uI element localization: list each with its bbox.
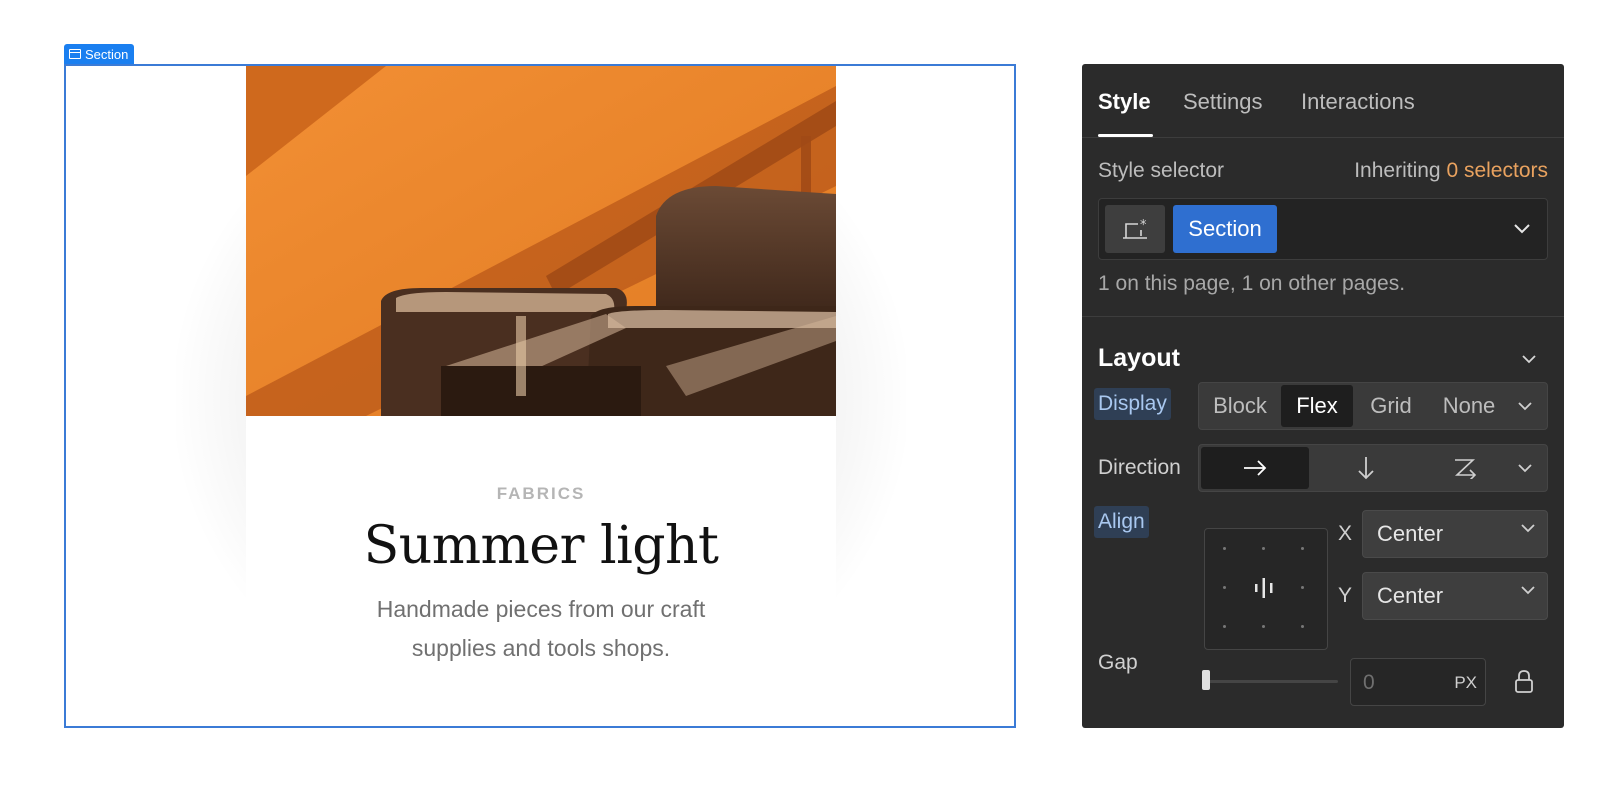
chair-photo-illustration [246,66,836,416]
chevron-down-icon [1521,586,1535,595]
display-option-block[interactable]: Block [1199,383,1281,429]
direction-segmented-control [1198,444,1548,492]
direction-vertical-button[interactable] [1311,445,1421,491]
align-dot [1301,547,1304,550]
style-selector-field[interactable]: * Section [1098,198,1548,260]
tab-interactions[interactable]: Interactions [1301,89,1415,115]
align-x-dropdown[interactable]: Center [1362,510,1548,558]
active-tab-indicator [1098,134,1153,137]
chevron-down-icon[interactable] [1509,216,1535,242]
selector-type-button[interactable]: * [1105,205,1165,253]
display-more-chevron-icon[interactable] [1507,383,1543,429]
align-y-label: Y [1338,584,1353,607]
direction-more-chevron-icon[interactable] [1507,445,1543,491]
align-y-dropdown[interactable]: Center [1362,572,1548,620]
section-icon [69,49,81,59]
card-description: Handmade pieces from our craft supplies … [376,596,706,661]
arrow-down-icon [1358,457,1374,480]
align-x-label: X [1338,522,1353,545]
panel-tabs: Style Settings Interactions [1082,64,1564,138]
arrow-right-icon [1244,460,1267,476]
align-y-value: Center [1377,583,1444,608]
direction-wrap-button[interactable] [1421,445,1511,491]
display-option-none[interactable]: None [1429,383,1509,429]
display-label[interactable]: Display [1094,388,1171,420]
align-x-value: Center [1377,521,1444,546]
gap-value: 0 [1363,671,1375,694]
display-option-flex[interactable]: Flex [1281,385,1353,427]
align-center-icon [1255,578,1273,598]
section-tag-label: Section [85,46,129,62]
align-dot [1223,625,1226,628]
inheriting-prefix: Inheriting [1354,159,1441,182]
inheriting-info: Inheriting 0 selectors [1354,159,1548,183]
layout-collapse-chevron-icon[interactable] [1518,348,1540,370]
style-panel: Style Settings Interactions Style select… [1082,64,1564,728]
align-dot [1223,547,1226,550]
selected-section-frame[interactable]: FABRICS Summer light Handmade pieces fro… [64,64,1016,728]
chevron-down-icon [1521,524,1535,533]
align-dot [1262,625,1265,628]
card-title: Summer light [363,516,719,576]
product-card[interactable]: FABRICS Summer light Handmade pieces fro… [246,66,836,726]
direction-label: Direction [1098,456,1181,479]
lock-icon[interactable] [1514,670,1534,694]
align-dot [1262,547,1265,550]
align-dot [1301,586,1304,589]
layout-section-title[interactable]: Layout [1098,344,1180,373]
gap-slider-handle[interactable] [1202,670,1210,690]
card-image-chair-photo[interactable] [246,66,836,416]
gap-unit-selector[interactable]: PX [1454,673,1477,693]
section-divider [1082,316,1564,317]
selector-chip-section[interactable]: Section [1173,205,1277,253]
class-selector-icon: * [1123,218,1147,239]
section-tag[interactable]: Section [64,44,135,64]
gap-label: Gap [1098,651,1138,674]
align-grid-picker[interactable] [1204,528,1328,650]
svg-text:*: * [1140,218,1147,233]
selector-usage-count: 1 on this page, 1 on other pages. [1098,272,1406,295]
gap-slider-track[interactable] [1204,680,1338,683]
display-segmented-control: Block Flex Grid None [1198,382,1548,430]
inheriting-selectors-link[interactable]: 0 selectors [1446,159,1548,182]
card-eyebrow: FABRICS [496,484,586,503]
tab-style[interactable]: Style [1098,89,1151,115]
display-option-grid[interactable]: Grid [1353,383,1429,429]
direction-horizontal-button[interactable] [1201,447,1309,489]
gap-input[interactable]: 0 PX [1350,658,1486,706]
align-dot [1223,586,1226,589]
tab-settings[interactable]: Settings [1183,89,1263,115]
align-dot [1301,625,1304,628]
style-selector-label: Style selector [1098,159,1225,182]
wrap-icon [1454,459,1477,479]
align-label[interactable]: Align [1094,506,1149,538]
card-body: FABRICS Summer light Handmade pieces fro… [246,416,836,726]
